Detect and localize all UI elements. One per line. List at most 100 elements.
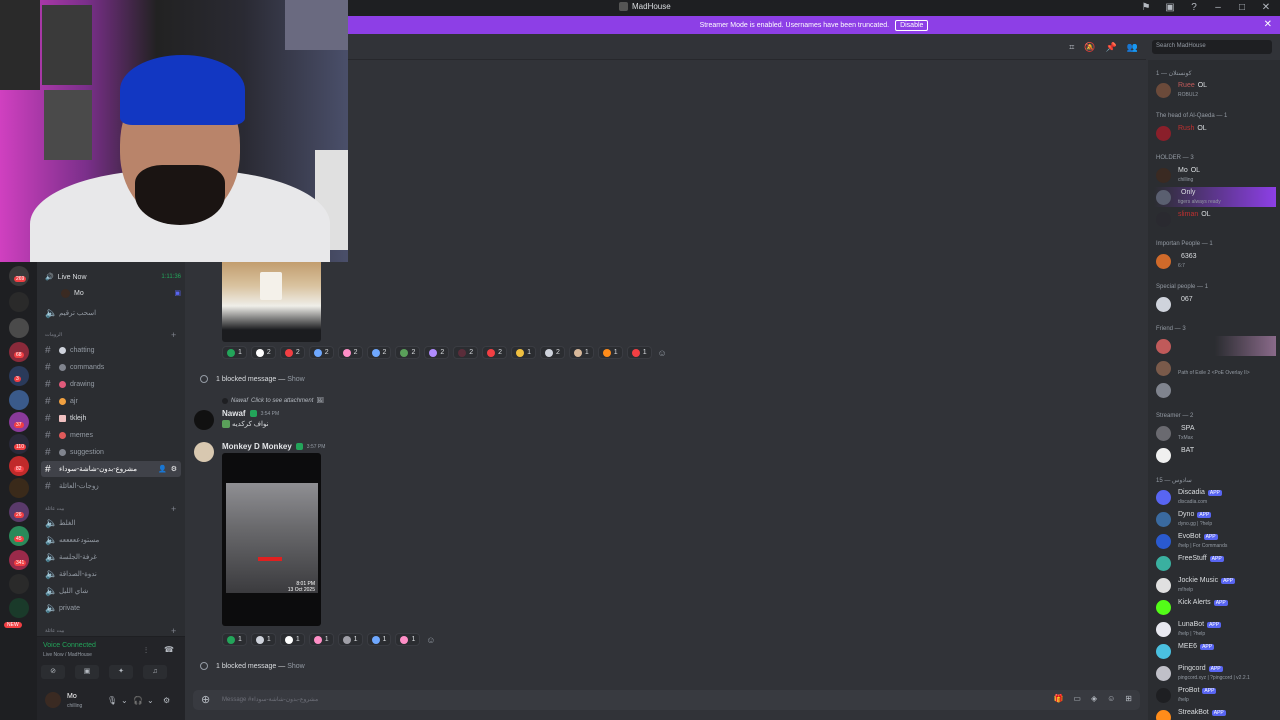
bot-row[interactable]: Dyno APP dyno.gg | ?help — [1154, 509, 1276, 529]
channel-family[interactable]: # زوجات-العائلة — [41, 478, 181, 494]
chevron-down-icon[interactable]: ⌄ — [121, 696, 128, 705]
bot-row[interactable]: LunaBot APP/help | ?help — [1154, 619, 1276, 639]
microphone-icon[interactable]: 🎙 — [107, 696, 117, 705]
reaction-grey-heart[interactable]: 1 — [337, 633, 363, 646]
member-row[interactable]: 067 — [1154, 294, 1276, 314]
minimize-icon[interactable]: – — [1212, 2, 1224, 13]
gear-icon[interactable]: ⚙ — [163, 696, 170, 705]
video-attachment[interactable]: 8:01 PM 13 Oct 2025 — [222, 453, 321, 626]
member-row[interactable]: BAT — [1154, 445, 1276, 465]
disconnect-icon[interactable]: ☎ — [164, 645, 174, 654]
reaction-check[interactable]: 1 — [222, 346, 247, 359]
reaction-cross[interactable]: 1 — [626, 346, 652, 359]
add-channel-icon[interactable]: + — [171, 330, 176, 340]
reaction-blue-heart[interactable]: 2 — [366, 346, 392, 359]
channel-drawing[interactable]: # drawing — [41, 376, 181, 392]
inbox-icon[interactable]: ⚑ — [1140, 2, 1152, 13]
bot-row[interactable]: ProBot APP/help — [1154, 685, 1276, 705]
bot-row[interactable]: Kick Alerts APP — [1154, 597, 1276, 617]
threads-icon[interactable]: ⌗ — [1069, 42, 1074, 53]
message-composer[interactable]: ⊕ Message #مشروع-بدون-شاشة-سوداء 🎁 ▭ ◈ ☺… — [193, 690, 1140, 710]
gift-icon[interactable]: 🎁 — [1053, 694, 1063, 703]
add-reaction-icon[interactable]: ☺ — [424, 633, 437, 646]
close-window-icon[interactable]: ✕ — [1260, 2, 1272, 13]
add-channel-icon[interactable]: + — [171, 626, 176, 636]
show-blocked-link[interactable]: Show — [287, 663, 305, 670]
member-list-icon[interactable]: 👥 — [1127, 42, 1138, 53]
member-row[interactable]: SPA TxMax — [1154, 423, 1276, 443]
avatar[interactable] — [194, 410, 214, 430]
voice-room[interactable]: 🔈 الغلط — [41, 515, 181, 531]
reaction-worried-face[interactable]: 1 — [511, 346, 536, 359]
invite-icon[interactable]: 👤 — [158, 465, 167, 473]
apps-icon[interactable]: ⊞ — [1125, 694, 1132, 703]
channel-suggestion[interactable]: # suggestion — [41, 444, 181, 460]
server-icon[interactable] — [9, 598, 29, 618]
reaction-turtle[interactable]: 2 — [395, 346, 421, 359]
author-name[interactable]: Nawaf — [222, 409, 246, 418]
bot-row[interactable]: Jockie Music APP m!help — [1154, 575, 1276, 595]
voice-room-private[interactable]: 🔈 private — [41, 600, 181, 616]
upload-plus-icon[interactable]: ⊕ — [201, 693, 210, 706]
camera-off-button[interactable]: ⊘ — [41, 665, 65, 679]
chevron-down-icon[interactable]: ⌄ — [147, 696, 154, 705]
member-row[interactable] — [1154, 380, 1276, 400]
voice-room[interactable]: 🔈 غرفة-الجلسة — [41, 549, 181, 565]
reaction-blue-heart[interactable]: 1 — [366, 633, 392, 646]
bot-row[interactable]: StreakBot APP — [1154, 707, 1276, 720]
reaction-blue-heart[interactable]: 2 — [308, 346, 334, 359]
channel-chatting[interactable]: # chatting — [41, 342, 181, 358]
gif-icon[interactable]: ▭ — [1073, 694, 1081, 703]
show-blocked-link[interactable]: Show — [287, 376, 305, 383]
category-header[interactable]: الرومات — [45, 332, 62, 338]
gear-icon[interactable]: ⚙ — [171, 465, 177, 473]
member-row[interactable]: Path of Exile 2 <PoE Overlay II> — [1154, 358, 1276, 378]
reaction-heart-face[interactable]: 2 — [482, 346, 508, 359]
reaction-pink-heart[interactable]: 1 — [395, 633, 421, 646]
bot-row[interactable]: FreeStuff APP — [1154, 553, 1276, 573]
voice-channel-path[interactable]: Live Now / MadHouse — [43, 652, 92, 658]
reply-reference[interactable]: Nawaf Click to see attachment 🖼 — [222, 397, 324, 404]
add-channel-icon[interactable]: + — [171, 504, 176, 514]
headphones-icon[interactable]: 🎧 — [133, 696, 143, 705]
bot-row[interactable]: EvoBot APP/help | For Commands — [1154, 531, 1276, 551]
reaction-white-heart[interactable]: 1 — [279, 633, 305, 646]
avatar[interactable] — [194, 442, 214, 462]
bot-row[interactable]: Discadia APP discadia.com — [1154, 487, 1276, 507]
category-header[interactable]: بيت عائلة — [45, 506, 64, 512]
reaction-white-heart[interactable]: 2 — [250, 346, 276, 359]
reaction-check[interactable]: 1 — [222, 633, 247, 646]
voice-room[interactable]: 🔈 مستودعععععه — [41, 532, 181, 548]
server-icon[interactable] — [9, 574, 29, 594]
search-input[interactable]: Search MadHouse — [1152, 40, 1272, 54]
channel-commands[interactable]: # commands — [41, 359, 181, 375]
reaction-goat[interactable]: 2 — [539, 346, 565, 359]
voice-user[interactable]: Mo ▣ — [57, 285, 181, 301]
maximize-icon[interactable]: □ — [1236, 2, 1248, 13]
reaction-pink-heart[interactable]: 1 — [308, 633, 334, 646]
soundboard-button[interactable]: ♫ — [143, 665, 167, 679]
bot-row[interactable]: MEE6 APP — [1154, 641, 1276, 661]
member-row[interactable]: Rush OL — [1154, 123, 1276, 143]
server-icon[interactable] — [9, 318, 29, 338]
server-icon[interactable] — [9, 390, 29, 410]
server-icon[interactable] — [9, 292, 29, 312]
voice-channel[interactable]: 🔈 اسحب ترقيم — [41, 305, 181, 321]
voice-room[interactable]: 🔈 ندوة-الصداقة — [41, 566, 181, 582]
sticker-icon[interactable]: ◈ — [1091, 694, 1097, 703]
channel-memes[interactable]: # memes — [41, 427, 181, 443]
reaction-purple-heart[interactable]: 2 — [424, 346, 450, 359]
author-name[interactable]: Monkey D Monkey — [222, 442, 292, 451]
pin-icon[interactable]: 📌 — [1106, 42, 1117, 53]
activities-button[interactable]: ✦ — [109, 665, 133, 679]
member-row[interactable] — [1154, 336, 1276, 356]
channel-ajr[interactable]: # ajr — [41, 393, 181, 409]
emoji-icon[interactable]: ☺ — [1107, 694, 1115, 703]
screen-icon[interactable]: ▣ — [1164, 2, 1176, 13]
disable-streamer-mode-button[interactable]: Disable — [895, 19, 929, 31]
add-reaction-icon[interactable]: ☺ — [656, 346, 669, 359]
noise-suppression-icon[interactable]: ⫶ — [145, 646, 147, 656]
bot-row[interactable]: Pingcord APP pingcord.xyz | ?pingcord | v2… — [1154, 663, 1276, 683]
member-row[interactable]: 6363 6:7 — [1154, 251, 1276, 271]
live-voice-channel[interactable]: 🔊 Live Now 1:11:36 — [41, 269, 181, 285]
